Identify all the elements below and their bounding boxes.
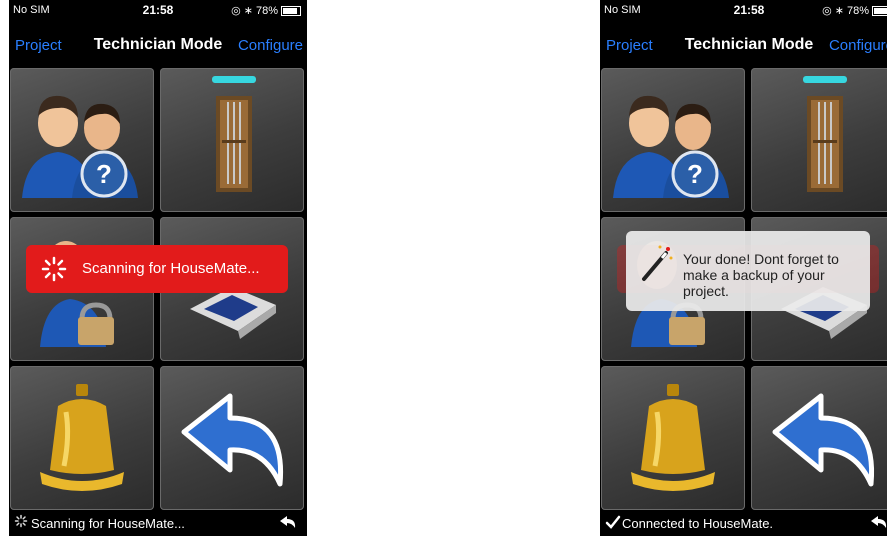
status-icons: ◎ ∗ 78% [822, 4, 887, 17]
toast-message: Your done! Dont forget to make a backup … [683, 251, 839, 299]
battery-percent: 78% [255, 4, 278, 17]
bluetooth-icon: ∗ [243, 5, 253, 17]
tile-back[interactable] [751, 366, 887, 510]
battery-icon [872, 5, 887, 16]
tile-bell[interactable] [601, 366, 745, 510]
bell-icon [40, 384, 124, 491]
lock-rotation-icon: ◎ [231, 5, 241, 17]
navigation-bar: Project Technician Mode Configure [600, 22, 887, 66]
configure-button[interactable]: Configure [238, 37, 303, 54]
status-bar: No SIM 21:58 ◎ ∗ 78% [600, 0, 887, 20]
status-footer: Scanning for HouseMate... [9, 510, 307, 536]
back-arrow-icon [181, 393, 284, 487]
configure-button[interactable]: Configure [829, 37, 887, 54]
users-help-icon: ? [22, 95, 138, 198]
tile-bell[interactable] [10, 366, 154, 510]
svg-text:?: ? [96, 159, 112, 189]
status-footer: Connected to HouseMate. [600, 510, 887, 536]
tile-door[interactable] [160, 68, 304, 212]
back-arrow-icon [772, 393, 875, 487]
svg-text:?: ? [687, 159, 703, 189]
done-toast: Your done! Dont forget to make a backup … [626, 231, 870, 311]
spinner-icon [40, 255, 68, 287]
status-bar: No SIM 21:58 ◎ ∗ 78% [9, 0, 307, 20]
footer-status-text: Scanning for HouseMate... [31, 516, 185, 531]
door-icon [212, 76, 256, 192]
door-icon [803, 76, 847, 192]
status-icons: ◎ ∗ 78% [231, 4, 301, 17]
magic-wand-icon [638, 243, 674, 286]
footer-status-text: Connected to HouseMate. [622, 516, 774, 531]
phone-screen-connected: No SIM 21:58 ◎ ∗ 78% Project Technician … [600, 0, 887, 536]
lock-rotation-icon: ◎ [822, 5, 832, 17]
back-icon[interactable] [279, 515, 297, 532]
phone-screen-scanning: No SIM 21:58 ◎ ∗ 78% Project Technician … [9, 0, 307, 536]
tile-back[interactable] [160, 366, 304, 510]
tile-door[interactable] [751, 68, 887, 212]
tile-users-help[interactable]: ? [10, 68, 154, 212]
tile-users-help[interactable]: ? [601, 68, 745, 212]
checkmark-icon [605, 514, 621, 533]
battery-percent: 78% [846, 4, 869, 17]
bell-icon [631, 384, 715, 491]
scanning-toast: Scanning for HouseMate... [26, 245, 288, 293]
navigation-bar: Project Technician Mode Configure [9, 22, 307, 66]
bluetooth-icon: ∗ [834, 5, 844, 17]
battery-icon [281, 5, 301, 16]
users-help-icon: ? [613, 95, 729, 198]
back-icon[interactable] [870, 515, 887, 532]
spinner-icon [14, 514, 28, 531]
toast-message: Scanning for HouseMate... [82, 260, 260, 277]
